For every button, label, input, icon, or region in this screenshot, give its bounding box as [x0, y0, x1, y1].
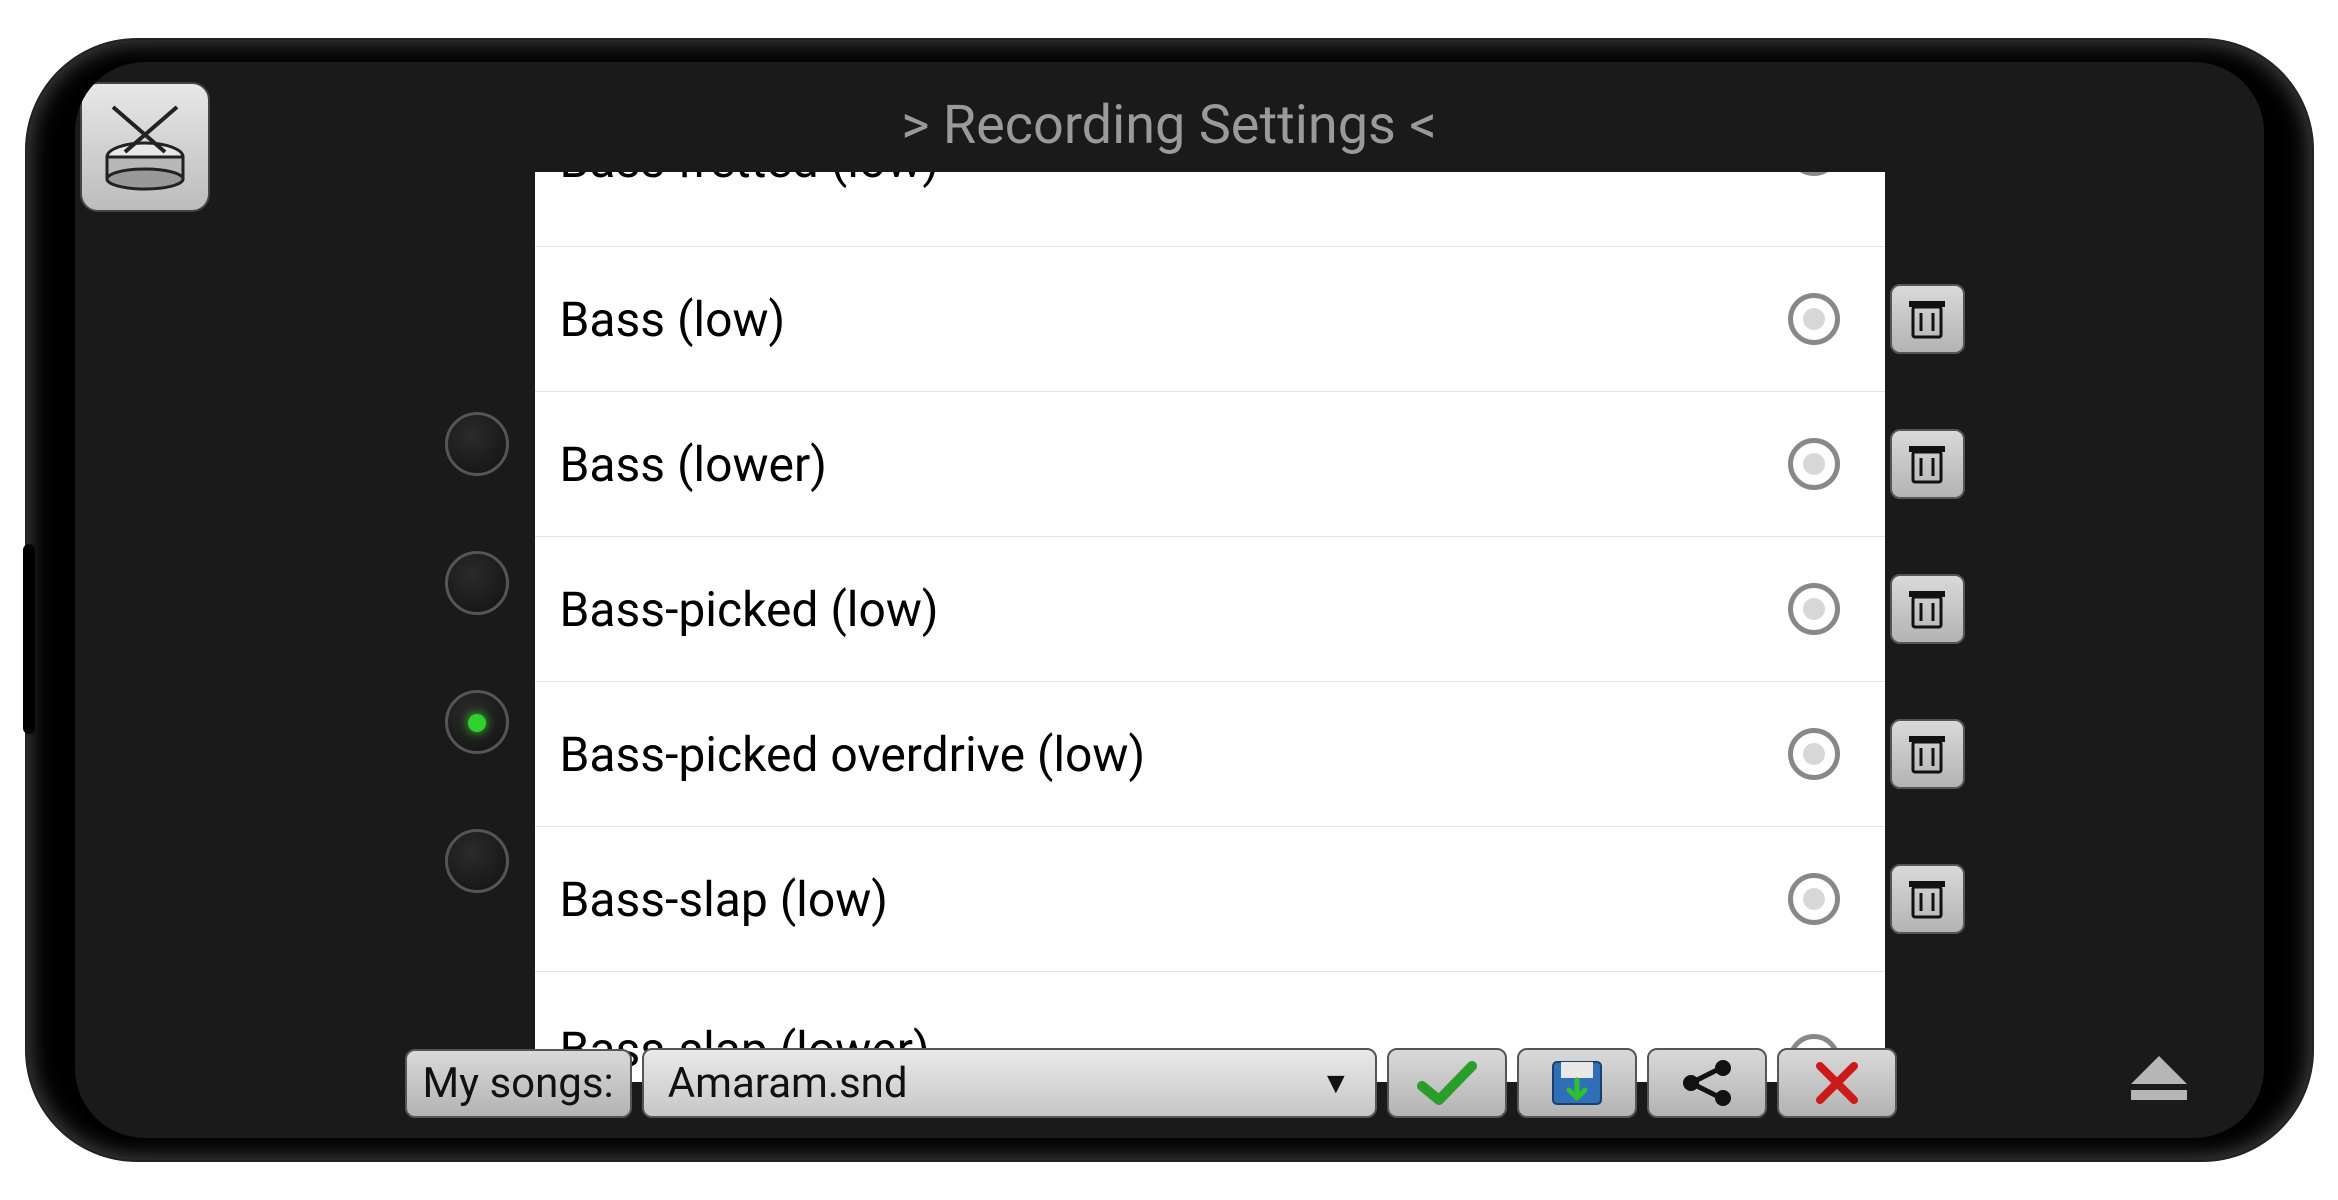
radio-button[interactable] — [1788, 293, 1840, 345]
phone-frame: > Recording Settings < — [27, 40, 2312, 1160]
list-item[interactable]: Bass (lower) — [535, 392, 1885, 537]
delete-icon — [1812, 1058, 1862, 1108]
drum-icon-button[interactable] — [80, 82, 210, 212]
trash-icon — [1907, 732, 1947, 776]
list-item[interactable]: Bass (low) — [535, 247, 1885, 392]
track-action-column — [1890, 284, 1965, 934]
trash-icon — [1907, 297, 1947, 341]
trash-icon — [1907, 877, 1947, 921]
selected-song: Amaram.snd — [668, 1059, 908, 1108]
radio-button[interactable] — [1788, 873, 1840, 925]
device-notch — [23, 544, 35, 734]
track-led-column — [445, 412, 509, 893]
list-item-label: Bass-slap (low) — [560, 871, 889, 928]
list-item[interactable]: Bass-picked overdrive (low) — [535, 682, 1885, 827]
track-led-3[interactable] — [445, 690, 509, 754]
eject-button[interactable] — [2124, 1048, 2194, 1108]
track-led-2[interactable] — [445, 551, 509, 615]
eject-icon — [2131, 1056, 2187, 1084]
app-screen: > Recording Settings < — [75, 62, 2264, 1138]
bottom-toolbar: My songs: Amaram.snd ▼ — [405, 1048, 1897, 1118]
track-trash-2[interactable] — [1890, 429, 1965, 499]
drum-icon — [95, 97, 195, 197]
list-item-label: Bass-picked (low) — [560, 581, 939, 638]
ok-button[interactable] — [1387, 1048, 1507, 1118]
song-dropdown[interactable]: Amaram.snd ▼ — [642, 1048, 1377, 1118]
trash-icon — [1907, 587, 1947, 631]
share-icon — [1677, 1058, 1737, 1108]
list-item[interactable]: Bass fretted (low) — [535, 172, 1885, 247]
radio-button[interactable] — [1788, 438, 1840, 490]
track-led-1[interactable] — [445, 412, 509, 476]
radio-button[interactable] — [1788, 583, 1840, 635]
radio-button[interactable] — [1788, 728, 1840, 780]
share-button[interactable] — [1647, 1048, 1767, 1118]
instrument-select-list[interactable]: Bass fretted (low) Bass (low) Bass (lowe… — [535, 172, 1885, 1082]
ok-icon — [1417, 1058, 1477, 1108]
trash-icon — [1907, 442, 1947, 486]
list-item-label: Bass (lower) — [560, 436, 827, 493]
save-button[interactable] — [1517, 1048, 1637, 1118]
track-trash-5[interactable] — [1890, 864, 1965, 934]
track-trash-3[interactable] — [1890, 574, 1965, 644]
radio-button[interactable] — [1788, 172, 1840, 176]
chevron-down-icon: ▼ — [1321, 1066, 1351, 1101]
delete-button[interactable] — [1777, 1048, 1897, 1118]
songs-label: My songs: — [405, 1049, 632, 1118]
track-trash-1[interactable] — [1890, 284, 1965, 354]
track-trash-4[interactable] — [1890, 719, 1965, 789]
track-led-4[interactable] — [445, 829, 509, 893]
list-item[interactable]: Bass-picked (low) — [535, 537, 1885, 682]
list-item-label: Bass-picked overdrive (low) — [560, 726, 1146, 783]
save-icon — [1549, 1058, 1605, 1108]
page-title: > Recording Settings < — [75, 94, 2264, 157]
list-item-label: Bass (low) — [560, 291, 786, 348]
list-item[interactable]: Bass-slap (low) — [535, 827, 1885, 972]
list-item-label: Bass fretted (low) — [560, 172, 940, 189]
